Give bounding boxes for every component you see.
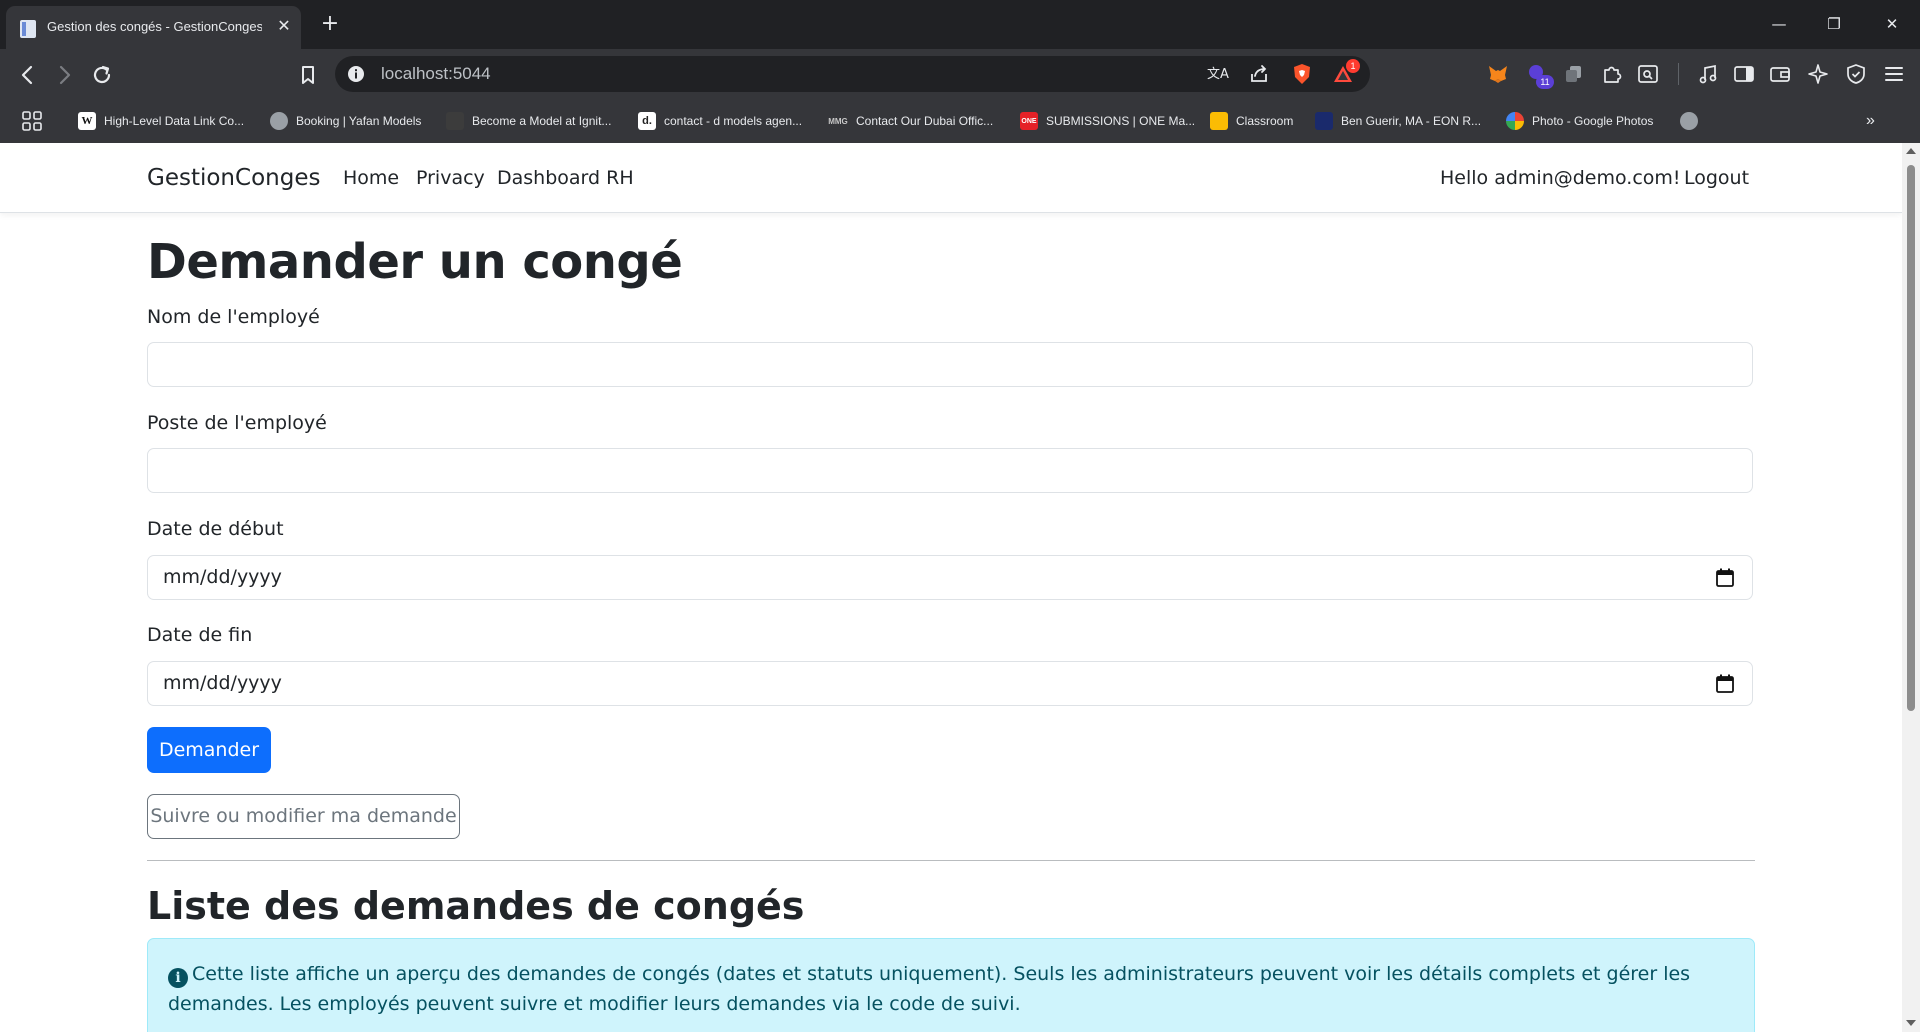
window-close-icon[interactable]: ✕: [1877, 12, 1907, 36]
bookmark-item[interactable]: Photo - Google Photos: [1506, 111, 1653, 131]
track-request-button[interactable]: Suivre ou modifier ma demande: [147, 794, 460, 839]
bookmark-item[interactable]: Ben Guerir, MA - EON R...: [1315, 111, 1481, 131]
bookmarks-bar: W High-Level Data Link Co... Booking | Y…: [0, 99, 1920, 144]
bookmarks-overflow-icon[interactable]: »: [1866, 111, 1875, 131]
nav-link-privacy[interactable]: Privacy: [416, 167, 485, 189]
bookmark-label: Become a Model at Ignit...: [472, 114, 612, 128]
tab-title: Gestion des congés - GestionConges: [47, 19, 262, 34]
info-alert-text: Cette liste affiche un aperçu des demand…: [168, 963, 1691, 1015]
minimize-icon[interactable]: —: [1764, 12, 1794, 36]
calendar-icon[interactable]: [1716, 674, 1734, 693]
svg-text:文A: 文A: [1207, 67, 1229, 82]
bookmark-item[interactable]: Booking | Yafan Models: [270, 111, 421, 131]
scroll-down-arrow-icon[interactable]: [1906, 1020, 1916, 1026]
notification-badge: 1: [1346, 59, 1360, 73]
mmg-icon: MMG: [828, 116, 848, 126]
page-scrollbar[interactable]: [1902, 143, 1920, 1032]
end-date-input[interactable]: mm/dd/yyyy: [147, 661, 1753, 706]
address-bar[interactable]: localhost:5044 文A 1: [335, 56, 1370, 92]
classroom-icon: [1210, 112, 1228, 130]
employee-position-input[interactable]: [147, 448, 1753, 493]
globe-icon: [270, 112, 288, 130]
google-photos-icon: [1506, 112, 1524, 130]
bookmark-label: Ben Guerir, MA - EON R...: [1341, 114, 1482, 128]
back-icon[interactable]: [14, 61, 42, 89]
bookmark-item[interactable]: d. contact - d models agen...: [638, 111, 802, 131]
browser-tab[interactable]: Gestion des congés - GestionConges ✕: [6, 6, 301, 49]
site-navbar: GestionConges Home Privacy Dashboard RH …: [0, 143, 1902, 213]
site-info-icon[interactable]: [347, 65, 365, 83]
restore-icon[interactable]: ❐: [1819, 12, 1849, 36]
bookmark-label: Booking | Yafan Models: [296, 114, 422, 128]
extension-badge: 11: [1536, 75, 1554, 89]
one-icon: ONE: [1020, 112, 1038, 130]
user-greeting[interactable]: Hello admin@demo.com!: [1440, 167, 1681, 189]
employee-name-input[interactable]: [147, 342, 1753, 387]
start-date-label: Date de début: [147, 518, 284, 540]
translate-icon[interactable]: 文A: [1205, 62, 1229, 86]
metamask-icon[interactable]: [1486, 62, 1510, 86]
browser-tab-bar: Gestion des congés - GestionConges ✕ + —…: [0, 0, 1920, 49]
submit-request-button[interactable]: Demander: [147, 727, 271, 773]
bookmark-item[interactable]: Classroom: [1210, 111, 1293, 131]
bookmark-label: SUBMISSIONS | ONE Ma...: [1046, 114, 1196, 128]
bookmark-label: Contact Our Dubai Offic...: [856, 114, 994, 128]
page-title: Demander un congé: [147, 234, 683, 290]
bookmark-item[interactable]: ONE SUBMISSIONS | ONE Ma...: [1020, 111, 1195, 131]
list-title: Liste des demandes de congés: [147, 884, 805, 928]
nav-link-home[interactable]: Home: [343, 167, 399, 189]
info-alert: i Cette liste affiche un aperçu des deman…: [147, 938, 1755, 1032]
toolbar-divider: [1678, 63, 1679, 85]
bookmark-item[interactable]: MMG Contact Our Dubai Offic...: [828, 111, 993, 131]
screenshot-extension-icon[interactable]: [1636, 62, 1660, 86]
bookmark-label: Photo - Google Photos: [1532, 114, 1654, 128]
reload-icon[interactable]: [88, 61, 116, 89]
scrollbar-thumb[interactable]: [1907, 165, 1915, 711]
vpn-shield-icon[interactable]: [1844, 62, 1868, 86]
share-icon[interactable]: [1247, 62, 1271, 86]
wallet-icon[interactable]: [1768, 62, 1792, 86]
nav-link-dashboard-rh[interactable]: Dashboard RH: [497, 167, 634, 189]
start-date-placeholder: mm/dd/yyyy: [163, 566, 282, 588]
sidebar-icon[interactable]: [1732, 62, 1756, 86]
media-music-icon[interactable]: [1696, 62, 1720, 86]
close-tab-icon[interactable]: ✕: [274, 16, 294, 36]
end-date-placeholder: mm/dd/yyyy: [163, 672, 282, 694]
eon-icon: [1315, 112, 1333, 130]
bookmark-item[interactable]: W High-Level Data Link Co...: [78, 111, 244, 131]
employee-position-label: Poste de l'employé: [147, 412, 327, 434]
start-date-input[interactable]: mm/dd/yyyy: [147, 555, 1753, 600]
globe-icon: [1680, 112, 1698, 130]
bookmark-item[interactable]: [1680, 111, 1706, 131]
bookmark-label: Classroom: [1236, 114, 1294, 128]
site-brand[interactable]: GestionConges: [147, 165, 320, 191]
bookmark-label: High-Level Data Link Co...: [104, 114, 245, 128]
ignite-icon: [446, 112, 464, 130]
brave-shield-icon[interactable]: [1290, 62, 1314, 86]
calendar-icon[interactable]: [1716, 568, 1734, 587]
copy-extension-icon[interactable]: [1562, 62, 1586, 86]
d-models-icon: d.: [638, 112, 656, 130]
new-tab-icon[interactable]: +: [318, 12, 342, 36]
apps-grid-icon[interactable]: [20, 109, 44, 133]
bookmark-item[interactable]: Become a Model at Ignit...: [446, 111, 611, 131]
section-divider: [147, 860, 1755, 861]
forward-icon[interactable]: [50, 61, 78, 89]
scroll-up-arrow-icon[interactable]: [1906, 148, 1916, 154]
browser-toolbar: localhost:5044 文A 1 11: [0, 49, 1920, 99]
menu-icon[interactable]: [1882, 62, 1906, 86]
bookmark-icon[interactable]: [294, 61, 322, 89]
bookmark-label: contact - d models agen...: [664, 114, 803, 128]
page-favicon-icon: [20, 20, 36, 38]
info-icon: i: [168, 968, 188, 988]
extensions-puzzle-icon[interactable]: [1600, 62, 1624, 86]
logout-link[interactable]: Logout: [1684, 167, 1749, 189]
wikipedia-icon: W: [78, 112, 96, 130]
employee-name-label: Nom de l'employé: [147, 306, 320, 328]
url-text: localhost:5044: [381, 64, 491, 83]
web-page: GestionConges Home Privacy Dashboard RH …: [0, 143, 1920, 1032]
end-date-label: Date de fin: [147, 624, 253, 646]
leo-ai-icon[interactable]: [1806, 62, 1830, 86]
